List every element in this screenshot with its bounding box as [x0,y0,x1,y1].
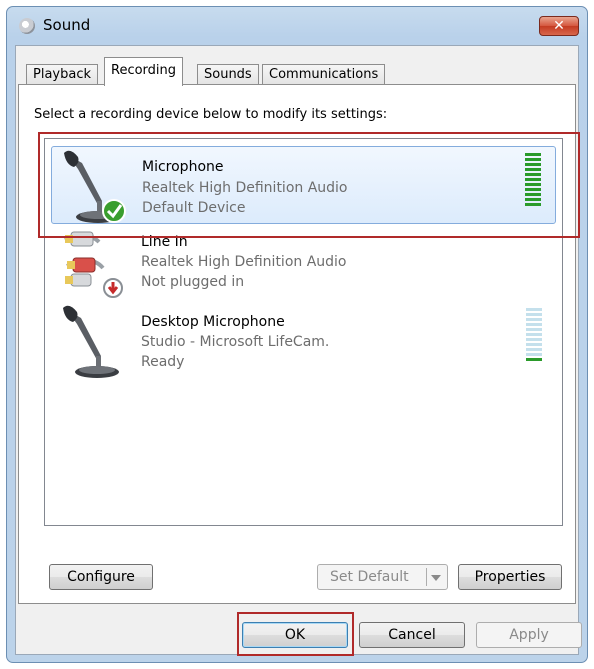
ok-button[interactable]: OK [242,622,348,648]
unplugged-arrow-icon [103,278,123,298]
tab-communications[interactable]: Communications [262,64,386,85]
device-status: Not plugged in [141,274,245,290]
device-driver: Realtek High Definition Audio [141,254,347,270]
tab-label: Playback [33,67,92,82]
level-meter-bar [525,183,541,186]
tab-playback[interactable]: Playback [26,64,99,85]
close-button[interactable]: ✕ [539,16,579,36]
device-item-line-in[interactable]: Line In Realtek High Definition Audio No… [51,224,556,302]
level-meter-bar [525,188,541,191]
button-label: Cancel [388,627,436,643]
level-meter-bar [526,353,542,356]
level-meter-bar [526,328,542,331]
default-check-icon [102,199,126,223]
device-status: Ready [141,354,185,370]
close-icon: ✕ [553,18,565,34]
apply-button[interactable]: Apply [476,622,582,648]
level-meter-bar [525,158,541,161]
device-driver: Studio - Microsoft LifeCam. [141,334,330,350]
level-meter-bar [526,323,542,326]
button-label: Configure [67,569,135,585]
level-meter-bar [525,178,541,181]
input-level-meter [526,308,542,368]
device-driver: Realtek High Definition Audio [142,180,348,196]
device-name: Line In [141,234,188,250]
level-meter-bar [526,333,542,336]
desktop-microphone-icon [63,305,119,378]
level-meter-bar [526,308,542,311]
device-status: Default Device [142,200,246,216]
chevron-down-icon[interactable] [431,575,441,581]
device-name: Desktop Microphone [141,314,285,330]
device-item-microphone[interactable]: Microphone Realtek High Definition Audio… [51,146,556,224]
button-label: OK [284,627,306,643]
cancel-button[interactable]: Cancel [359,622,465,648]
device-item-desktop-microphone[interactable]: Desktop Microphone Studio - Microsoft Li… [51,302,556,380]
level-meter-bar [525,153,541,156]
tab-label: Recording [111,63,177,78]
level-meter-bar [525,173,541,176]
set-default-button[interactable]: Set Default [317,564,448,590]
recording-device-list[interactable]: Microphone Realtek High Definition Audio… [44,138,563,526]
window-title: Sound [43,16,91,34]
tab-label: Sounds [204,67,252,82]
button-label: Set Default [330,569,409,585]
level-meter-bar [526,318,542,321]
level-meter-bar [525,163,541,166]
tab-sounds[interactable]: Sounds [197,64,259,85]
microphone-icon [64,150,126,223]
split-separator [426,568,427,586]
title-bar[interactable]: Sound ✕ [7,7,587,45]
tab-label: Communications [269,67,379,82]
tab-recording[interactable]: Recording [104,57,184,86]
level-meter-bar [526,343,542,346]
level-meter-bar [526,348,542,351]
button-label: Properties [474,569,546,585]
level-meter-bar [526,358,542,361]
speaker-icon [19,18,35,34]
level-meter-bar [525,198,541,201]
level-meter-bar [525,168,541,171]
device-name: Microphone [142,159,224,175]
level-meter-bar [526,313,542,316]
properties-button[interactable]: Properties [458,564,562,590]
input-level-meter [525,153,541,213]
instruction-text: Select a recording device below to modif… [34,107,388,122]
level-meter-bar [526,338,542,341]
level-meter-bar [525,203,541,206]
configure-button[interactable]: Configure [49,564,153,590]
level-meter-bar [525,193,541,196]
button-label: Apply [509,627,549,643]
line-in-cable-icon [64,231,123,298]
